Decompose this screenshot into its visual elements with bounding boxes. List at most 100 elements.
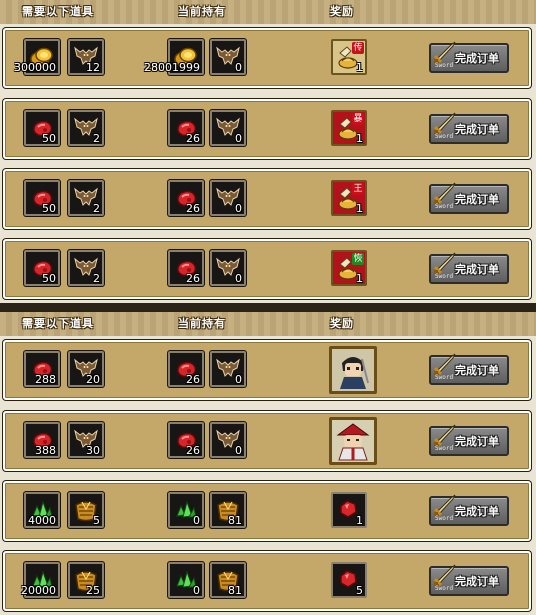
reward-grade-badge: 王 [352,183,364,195]
button-sword-caption: Sword [435,445,454,452]
reward-slot[interactable]: 王1 [331,180,367,216]
header-reward: 奖励 [330,5,354,18]
header-required-items: 需要以下道具 [22,317,94,330]
required-item-slot[interactable]: 2 [68,180,104,216]
item-quantity: 0 [193,514,200,527]
owned-item-slot[interactable]: 0 [168,492,204,528]
required-item-slot[interactable]: 25 [68,562,104,598]
complete-order-button[interactable]: 完成订单 Sword [429,564,509,596]
header-reward: 奖励 [330,317,354,330]
button-sword-caption: Sword [435,374,454,381]
required-item-slot[interactable]: 2 [68,250,104,286]
required-item-slot[interactable]: 50 [24,110,60,146]
owned-item-slot[interactable]: 26 [168,110,204,146]
item-quantity: 20 [86,373,100,386]
required-item-slot[interactable]: 20000 [21,562,60,598]
item-quantity: 50 [42,202,56,215]
required-item-slot[interactable]: 300000 [14,39,60,75]
required-item-slot[interactable]: 388 [24,422,60,458]
item-quantity: 5 [93,514,100,527]
reward-quantity: 1 [356,61,363,74]
owned-item-slot[interactable]: 0 [210,422,246,458]
item-quantity: 25 [86,584,100,597]
item-quantity: 26 [186,132,200,145]
item-quantity: 50 [42,272,56,285]
complete-order-button[interactable]: 完成订单 Sword [429,252,509,284]
required-item-slot[interactable]: 2 [68,110,104,146]
button-sword-caption: Sword [435,515,454,522]
item-quantity: 30 [86,444,100,457]
reward-slot[interactable] [329,346,377,394]
complete-order-button[interactable]: 完成订单 Sword [429,494,509,526]
item-quantity: 388 [35,444,56,457]
hat-warrior-portrait-icon [332,420,374,466]
complete-order-label: 完成订单 [455,193,499,206]
item-quantity: 0 [235,444,242,457]
reward-quantity: 1 [356,514,363,527]
required-item-slot[interactable]: 12 [68,39,104,75]
order-panel: 需要以下道具 当前持有 奖励 300000 12 28001999 0 传 1 完成订单 Sword… [0,0,536,303]
reward-slot[interactable] [329,417,377,465]
button-sword-caption: Sword [435,133,454,140]
owned-item-slot[interactable]: 28001999 [144,39,204,75]
button-sword-caption: Sword [435,62,454,69]
owned-item-slot[interactable]: 26 [168,351,204,387]
owned-item-slot[interactable]: 0 [210,110,246,146]
owned-item-slot[interactable]: 0 [168,562,204,598]
complete-order-button[interactable]: 完成订单 Sword [429,112,509,144]
reward-slot[interactable]: 恢1 [331,250,367,286]
reward-slot[interactable]: 传1 [331,39,367,75]
complete-order-button[interactable]: 完成订单 Sword [429,182,509,214]
complete-order-button[interactable]: 完成订单 Sword [429,41,509,73]
required-item-slot[interactable]: 4000 [24,492,60,528]
owned-item-slot[interactable]: 26 [168,180,204,216]
owned-item-slot[interactable]: 26 [168,422,204,458]
owned-item-slot[interactable]: 0 [210,351,246,387]
order-panel: 需要以下道具 当前持有 奖励 288 20 26 0 完成订单 Sword 388 30 26 0 完成订… [0,312,536,615]
owned-item-slot[interactable]: 0 [210,39,246,75]
owned-item-slot[interactable]: 0 [210,180,246,216]
required-item-slot[interactable]: 50 [24,250,60,286]
item-quantity: 2 [93,202,100,215]
owned-item-slot[interactable]: 26 [168,250,204,286]
item-quantity: 20000 [21,584,56,597]
required-item-slot[interactable]: 5 [68,492,104,528]
column-header-bar: 需要以下道具 当前持有 奖励 [0,312,536,336]
owned-item-slot[interactable]: 81 [210,562,246,598]
item-quantity: 0 [235,61,242,74]
item-quantity: 50 [42,132,56,145]
required-item-slot[interactable]: 30 [68,422,104,458]
button-sword-caption: Sword [435,585,454,592]
button-sword-caption: Sword [435,203,454,210]
complete-order-label: 完成订单 [455,263,499,276]
button-sword-caption: Sword [435,273,454,280]
reward-slot[interactable]: 5 [331,562,367,598]
reward-grade-badge: 传 [352,42,364,54]
complete-order-label: 完成订单 [455,364,499,377]
item-quantity: 2 [93,132,100,145]
order-row: 50 2 26 0 恢 1 完成订单 Sword [3,239,531,299]
item-quantity: 26 [186,202,200,215]
required-item-slot[interactable]: 20 [68,351,104,387]
item-quantity: 2 [93,272,100,285]
complete-order-button[interactable]: 完成订单 Sword [429,424,509,456]
order-row: 50 2 26 0 暴 1 完成订单 Sword [3,99,531,159]
complete-order-label: 完成订单 [455,435,499,448]
item-quantity: 81 [228,514,242,527]
item-quantity: 26 [186,373,200,386]
reward-quantity: 1 [356,202,363,215]
order-row: 4000 5 0 81 1 完成订单 Sword [3,481,531,541]
required-item-slot[interactable]: 50 [24,180,60,216]
complete-order-label: 完成订单 [455,52,499,65]
reward-slot[interactable]: 暴1 [331,110,367,146]
owned-item-slot[interactable]: 0 [210,250,246,286]
complete-order-button[interactable]: 完成订单 Sword [429,353,509,385]
owned-item-slot[interactable]: 81 [210,492,246,528]
required-item-slot[interactable]: 288 [24,351,60,387]
order-row: 388 30 26 0 完成订单 Sword [3,411,531,471]
reward-grade-badge: 恢 [352,253,364,265]
header-owned-items: 当前持有 [178,5,226,18]
item-quantity: 81 [228,584,242,597]
reward-slot[interactable]: 1 [331,492,367,528]
item-quantity: 0 [235,373,242,386]
